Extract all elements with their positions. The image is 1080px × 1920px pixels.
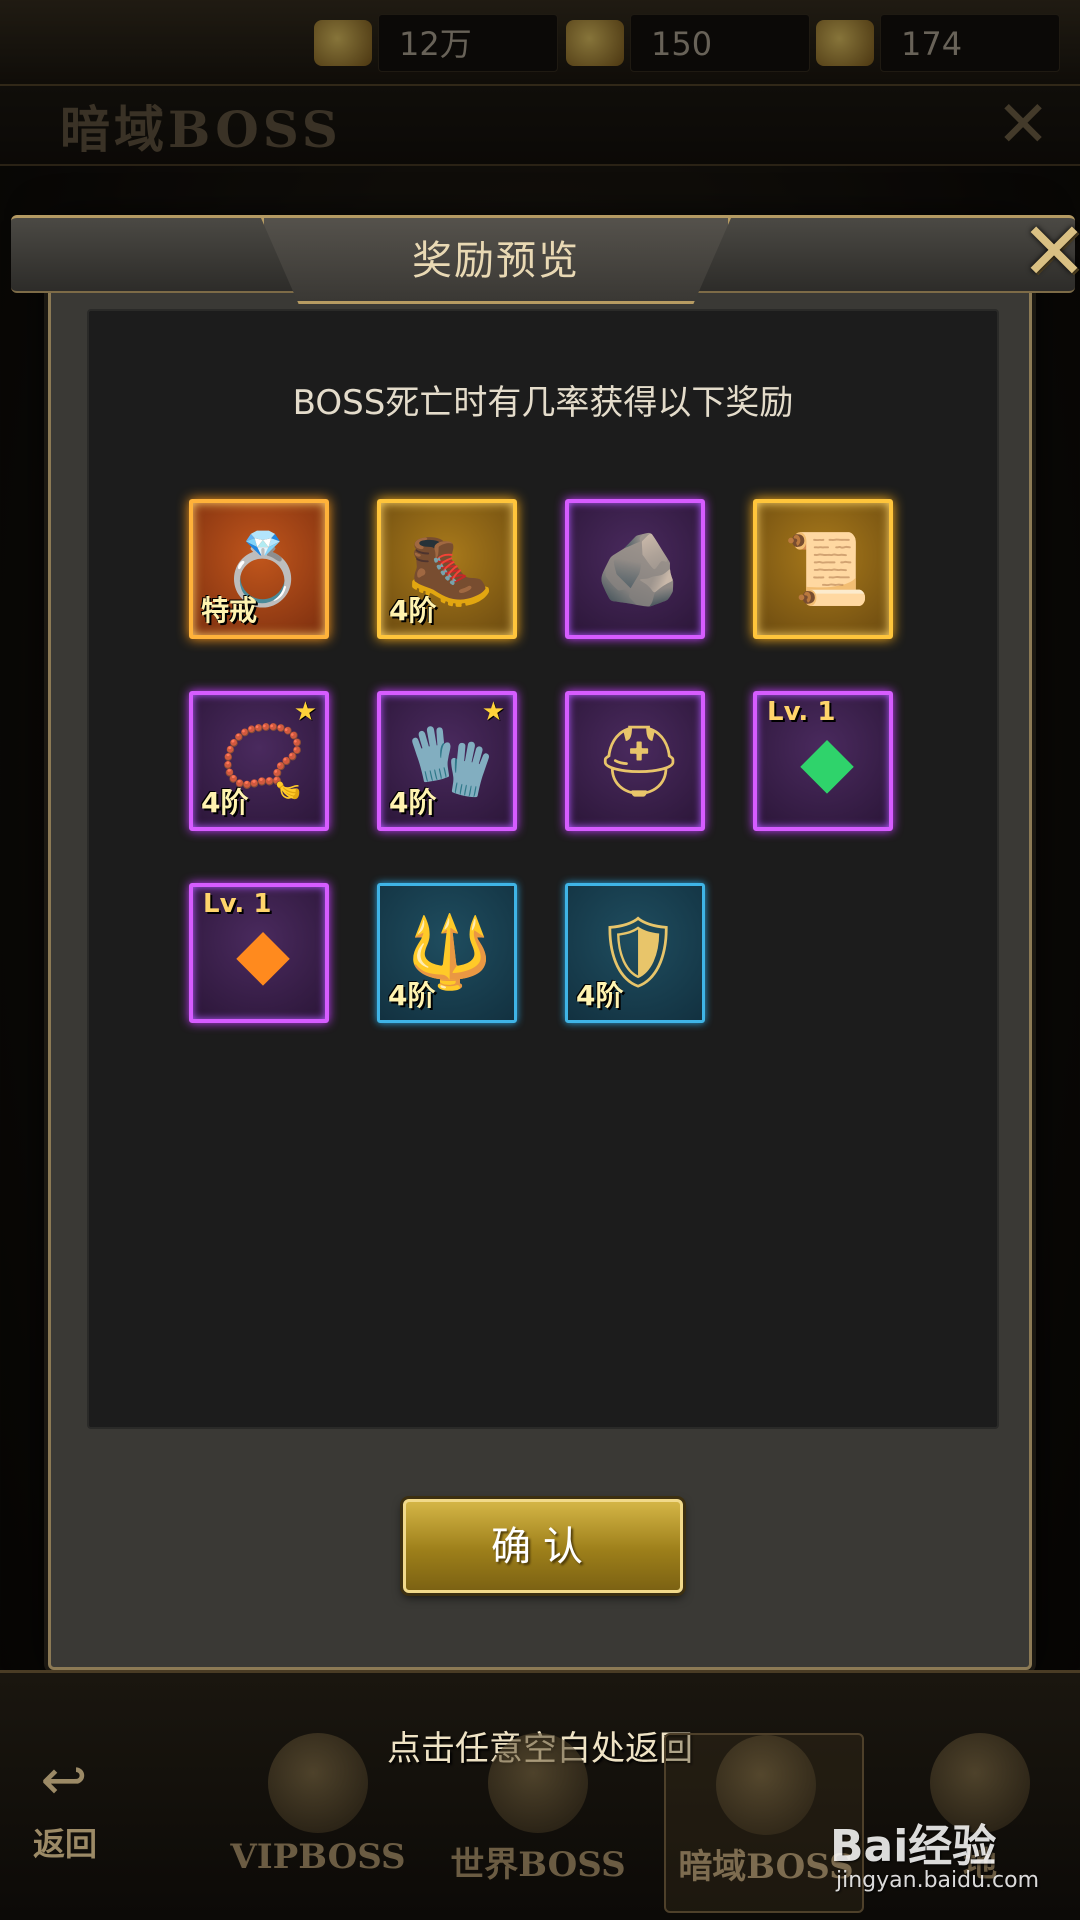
reward-item[interactable]: 🥾 4阶 bbox=[377, 499, 517, 639]
reward-item[interactable]: 💍 特戒 bbox=[189, 499, 329, 639]
item-tier: 4阶 bbox=[201, 786, 249, 819]
boss-mask-icon bbox=[268, 1733, 368, 1833]
boss-mask-icon bbox=[716, 1735, 816, 1835]
star-icon: ★ bbox=[293, 697, 317, 727]
boss-mask-icon bbox=[488, 1733, 588, 1833]
close-icon[interactable]: ✕ bbox=[1011, 212, 1080, 292]
reward-item[interactable]: 🪨 bbox=[565, 499, 705, 639]
item-level: Lv. 1 bbox=[203, 889, 272, 919]
watermark-url: jingyan.baidu.com bbox=[836, 1868, 1040, 1893]
item-tier: 4阶 bbox=[388, 979, 436, 1012]
confirm-label: 确认 bbox=[491, 1524, 595, 1570]
item-tier: 4阶 bbox=[389, 786, 437, 819]
item-level: Lv. 1 bbox=[767, 697, 836, 727]
reward-description: BOSS死亡时有几率获得以下奖励 bbox=[292, 383, 794, 423]
reward-item[interactable]: 🛡 4阶 bbox=[565, 883, 705, 1023]
reward-item[interactable]: 🔱 4阶 bbox=[377, 883, 517, 1023]
reward-item[interactable]: ◆ Lv. 1 bbox=[753, 691, 893, 831]
reward-preview-dialog: 奖励预览 ✕ BOSS死亡时有几率获得以下奖励 💍 特戒 🥾 4阶 🪨 📜 📿 ★ 4阶 🧤 ★ 4阶… bbox=[11, 212, 1080, 1670]
tab-world-boss[interactable]: 世界BOSS bbox=[438, 1733, 638, 1913]
helmet-icon: ⛑ bbox=[594, 720, 684, 802]
confirm-button[interactable]: 确认 bbox=[403, 1499, 683, 1593]
reward-item[interactable]: 🧤 ★ 4阶 bbox=[377, 691, 517, 831]
ore-icon: 🪨 bbox=[595, 528, 683, 610]
dialog-title-plate: 奖励预览 bbox=[261, 218, 731, 304]
baidu-watermark: Bai经验 jingyan.baidu.com bbox=[830, 1810, 1060, 1910]
reward-item[interactable]: 📿 ★ 4阶 bbox=[189, 691, 329, 831]
item-tier: 4阶 bbox=[576, 979, 624, 1012]
dialog-title: 奖励预览 bbox=[412, 238, 580, 284]
watermark-logo: Bai经验 bbox=[830, 1821, 997, 1872]
item-tier: 特戒 bbox=[201, 594, 258, 627]
star-icon: ★ bbox=[481, 697, 505, 727]
scroll-icon: 📜 bbox=[783, 528, 871, 610]
item-tier: 4阶 bbox=[389, 594, 437, 627]
dialog-header: 奖励预览 ✕ bbox=[11, 212, 1080, 304]
tab-label: 世界BOSS bbox=[450, 1845, 626, 1885]
tab-vipboss[interactable]: VIPBOSS bbox=[218, 1733, 418, 1913]
reward-panel: BOSS死亡时有几率获得以下奖励 💍 特戒 🥾 4阶 🪨 📜 📿 ★ 4阶 🧤 ★ 4阶 ⛑ ◆ Lv. 1… bbox=[87, 309, 999, 1429]
back-label: 返回 bbox=[32, 1825, 97, 1863]
reward-item[interactable]: 📜 bbox=[753, 499, 893, 639]
back-arrow-icon: ↩ bbox=[40, 1748, 88, 1813]
reward-item[interactable]: ◆ Lv. 1 bbox=[189, 883, 329, 1023]
tab-label: VIPBOSS bbox=[230, 1837, 406, 1877]
back-button[interactable]: ↩ 返回 bbox=[10, 1753, 120, 1893]
reward-item[interactable]: ⛑ bbox=[565, 691, 705, 831]
